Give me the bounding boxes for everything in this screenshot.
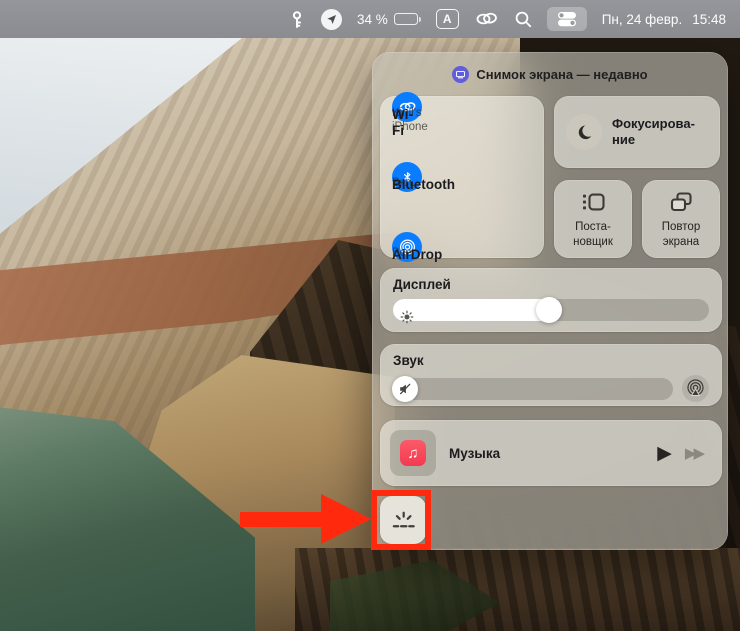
bluetooth-status: Вкл. (392, 177, 415, 191)
airplay-audio-button[interactable] (682, 375, 709, 402)
mute-speaker-icon (398, 382, 412, 396)
stage-manager-label: Поста- новщик (573, 220, 613, 250)
key-icon[interactable] (288, 10, 306, 29)
airplay-audio-icon (686, 379, 705, 398)
menu-bar: 34 % A Пн, 24 февр. 15:48 (0, 0, 740, 38)
search-icon[interactable] (514, 10, 532, 28)
music-app-icon: ♫ (400, 440, 426, 466)
display-card: Дисплей (380, 268, 722, 332)
battery-status[interactable]: 34 % (357, 12, 421, 27)
input-source-button[interactable]: A (436, 9, 459, 29)
panel-title: Снимок экрана — недавно (476, 67, 647, 82)
annotation-arrow-shaft (240, 512, 325, 527)
music-title: Музыка (449, 446, 500, 461)
control-center-icon (556, 10, 578, 28)
battery-icon (394, 13, 421, 25)
sound-label: Звук (393, 353, 709, 368)
volume-slider-knob[interactable] (392, 376, 418, 402)
input-source-label: A (443, 12, 452, 26)
airdrop-status: Все (392, 247, 412, 261)
link-icon[interactable] (474, 10, 499, 28)
brightness-slider[interactable] (393, 299, 709, 321)
wifi-status: Kirill's iPhone (392, 107, 428, 135)
screen-mirroring-label: Повтор экрана (662, 220, 700, 250)
screenshot-badge-icon (452, 66, 469, 83)
music-card[interactable]: ♫ Музыка ▶ ▶▶ (380, 420, 722, 486)
connectivity-card: Wi-Fi Kirill's iPhone Bluetooth Вкл. (380, 96, 544, 258)
control-center-button[interactable] (547, 7, 587, 31)
focus-card[interactable]: Фокусирова- ние (554, 96, 720, 168)
stage-manager-card[interactable]: Поста- новщик (554, 180, 632, 258)
sound-card: Звук (380, 344, 722, 406)
volume-slider[interactable] (393, 378, 673, 400)
focus-label: Фокусирова- ние (612, 116, 695, 149)
play-button[interactable]: ▶ (657, 444, 672, 463)
date-label: Пн, 24 февр. (602, 12, 682, 27)
display-label: Дисплей (393, 277, 709, 292)
screen-mirroring-card[interactable]: Повтор экрана (642, 180, 720, 258)
location-services-icon[interactable] (321, 9, 342, 30)
moon-icon (566, 114, 602, 150)
album-art-placeholder: ♫ (390, 430, 436, 476)
menu-bar-clock[interactable]: Пн, 24 февр. 15:48 (602, 12, 726, 27)
annotation-highlight-box (371, 490, 431, 550)
control-center-panel: Снимок экрана — недавно Wi-Fi Kirill's i… (372, 52, 728, 550)
annotation-arrow-icon (321, 494, 371, 544)
time-label: 15:48 (692, 12, 726, 27)
brightness-slider-knob[interactable] (536, 297, 562, 323)
recent-screenshot-row[interactable]: Снимок экрана — недавно (372, 64, 728, 84)
fast-forward-button[interactable]: ▶▶ (685, 446, 705, 461)
battery-percent-label: 34 % (357, 12, 388, 27)
